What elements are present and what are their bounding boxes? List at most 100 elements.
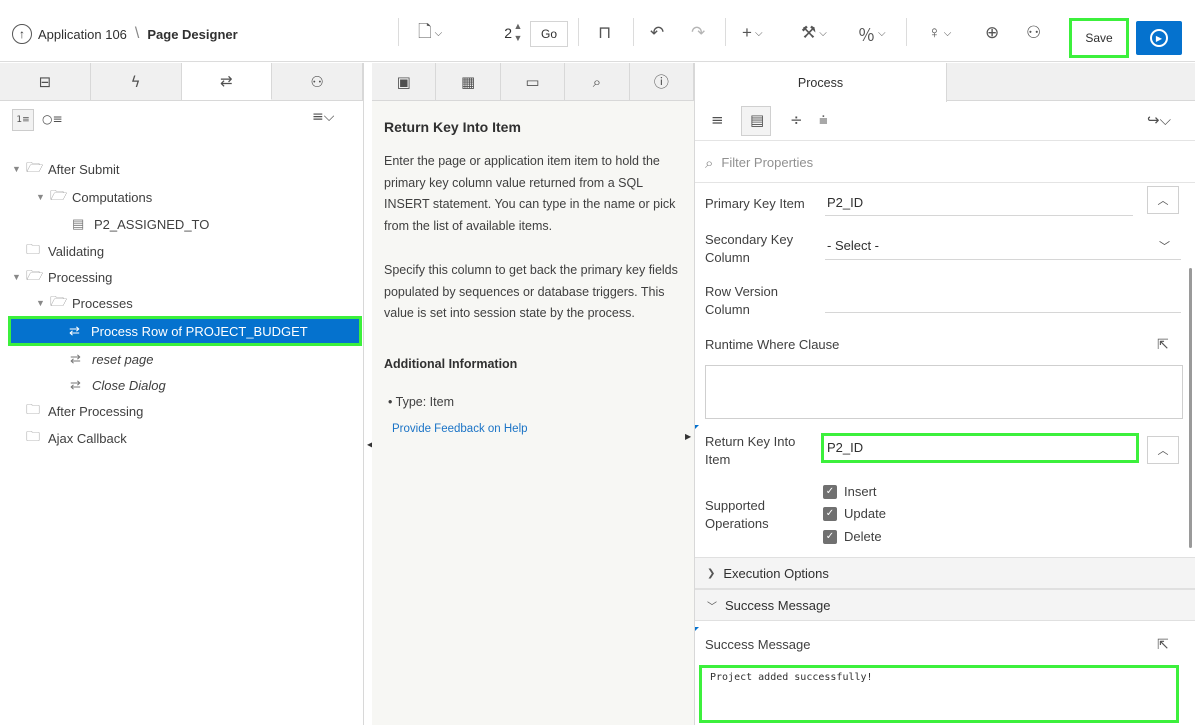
tab-shared-components[interactable]: ⚇ [272, 63, 363, 100]
process-icon: ⇄ [70, 377, 81, 392]
folder-open-icon: 🗁 [26, 267, 44, 283]
expand-editor-icon[interactable]: ⇱ [1157, 336, 1169, 353]
comments-icon[interactable]: ⊕ [985, 22, 999, 44]
tab-search[interactable]: ⌕ [565, 63, 630, 100]
row-version-label: Row Version Column [705, 284, 778, 317]
breadcrumb-separator: \ [134, 25, 140, 42]
up-arrow-icon[interactable]: ↑ [12, 24, 32, 44]
tree-menu-icon[interactable]: ≡⌵ [312, 109, 334, 125]
expand-editor-icon[interactable]: ⇱ [1157, 636, 1169, 653]
return-key-lov-button[interactable]: ︿ [1147, 436, 1179, 464]
checkmark-icon: ✓ [823, 506, 837, 521]
chevron-right-icon: ❯ [707, 567, 716, 579]
tree-node-processing[interactable]: ▼ 🗁 Processing [12, 266, 112, 288]
return-key-input[interactable]: P2_ID [821, 433, 1139, 463]
op-update-checkbox[interactable]: ✓ Update [823, 506, 886, 521]
op-insert-checkbox[interactable]: ✓ Insert [823, 484, 877, 499]
tree-node-close-dialog[interactable]: ⇄ Close Dialog [70, 374, 166, 396]
folder-open-icon: 🗁 [26, 159, 44, 175]
tab-component-view[interactable]: ▦ [436, 63, 501, 100]
secondary-key-select[interactable]: - Select - [827, 238, 879, 253]
tab-layout[interactable]: ▣ [372, 63, 437, 100]
view-by-order-icon[interactable]: 1≡ [12, 109, 34, 131]
expand-handle-icon[interactable]: ▶ [685, 432, 691, 441]
process-icon: ⇄ [70, 351, 81, 366]
success-message-textarea[interactable]: Project added successfully! [699, 665, 1179, 723]
process-icon: ⇄ [69, 323, 80, 338]
shared-components-menu-icon[interactable]: ％ ⌵ [858, 22, 886, 45]
return-key-label: Return Key Into Item [705, 434, 796, 467]
primary-key-value[interactable]: P2_ID [827, 195, 863, 210]
group-success-message[interactable]: ﹀ Success Message [695, 589, 1195, 621]
help-bullet: • Type: Item [388, 395, 454, 409]
unlock-icon[interactable]: ⊓ [598, 22, 611, 44]
save-button[interactable]: Save [1069, 18, 1129, 58]
grid-icon: ▦ [461, 72, 476, 91]
toolbar-divider [906, 18, 907, 46]
runtime-where-label: Runtime Where Clause [705, 337, 840, 352]
tree-node-computations[interactable]: ▼ 🗁 Computations [36, 186, 152, 208]
tree-panel: ⊟ ϟ ⇄ ⚇ 1≡ ○≡ ≡⌵ ▼ 🗁 After Submit ▼ 🗁 Comput… [0, 63, 364, 725]
undo-icon[interactable]: ↶ [650, 22, 664, 44]
expand-all-icon[interactable]: ⩧ [819, 111, 828, 129]
team-development-icon[interactable]: ♀ ⌵ [928, 22, 951, 44]
redo-icon[interactable]: ↷ [691, 22, 705, 44]
go-to-group-icon[interactable]: ↪⌵ [1147, 111, 1171, 129]
tree-node-p2-assigned-to[interactable]: ▤ P2_ASSIGNED_TO [72, 213, 209, 235]
expand-caret-icon[interactable]: ▼ [36, 298, 50, 308]
secondary-key-label: Secondary Key Column [705, 232, 794, 265]
tab-dynamic-actions[interactable]: ϟ [91, 63, 182, 100]
tree-node-processes[interactable]: ▼ 🗁 Processes [36, 292, 133, 314]
page-number-input[interactable]: 2 [464, 20, 512, 46]
help-paragraph: Enter the page or application item item … [384, 154, 676, 233]
expand-caret-icon[interactable]: ▼ [12, 164, 26, 174]
changed-indicator [695, 627, 699, 631]
field-underline [825, 312, 1181, 313]
group-execution-options[interactable]: ❯ Execution Options [695, 557, 1195, 589]
tree-node-after-submit[interactable]: ▼ 🗁 After Submit [12, 158, 120, 180]
tab-process[interactable]: Process [695, 63, 947, 102]
folder-open-icon: 🗁 [50, 293, 68, 309]
tree-node-validating[interactable]: 🗀 Validating [26, 240, 104, 262]
property-scrollbar[interactable] [1189, 268, 1192, 548]
filter-properties[interactable]: ⌕ Filter Properties [695, 143, 1195, 183]
go-button[interactable]: Go [530, 21, 568, 47]
property-toolbar: ≡ ▤ ÷ ⩧ ↪⌵ [695, 101, 1195, 141]
help-icon: ⓘ [653, 73, 669, 91]
expand-caret-icon[interactable]: ▼ [12, 272, 26, 282]
tree-node-after-processing[interactable]: 🗀 After Processing [26, 400, 143, 422]
shared-components-icon[interactable]: ⚇ [1026, 22, 1041, 44]
chevron-down-icon: ﹀ [707, 601, 717, 613]
op-delete-checkbox[interactable]: ✓ Delete [823, 529, 882, 544]
tab-processing[interactable]: ⇄ [181, 63, 273, 100]
application-link[interactable]: Application 106 [38, 27, 127, 42]
collapse-all-icon[interactable]: ÷ [790, 111, 803, 129]
primary-key-lov-button[interactable]: ︿ [1147, 186, 1179, 214]
expand-caret-icon[interactable]: ▼ [36, 192, 50, 202]
view-by-type-icon[interactable]: ○≡ [42, 112, 63, 126]
utilities-menu-icon[interactable]: ⚒ ⌵ [801, 22, 827, 44]
tab-rendering[interactable]: ⊟ [0, 63, 91, 100]
folder-icon: 🗀 [26, 241, 40, 257]
create-menu-icon[interactable]: + ⌵ [742, 22, 763, 44]
tree-node-ajax-callback[interactable]: 🗀 Ajax Callback [26, 427, 127, 449]
checkmark-icon: ✓ [823, 484, 837, 499]
tab-help[interactable]: ⓘ [630, 63, 695, 100]
page-menu-icon[interactable]: 🗋 ⌵ [418, 22, 442, 44]
search-icon: ⌕ [592, 72, 602, 91]
tree-node-process-row[interactable]: ⇄ Process Row of PROJECT_BUDGET [8, 316, 362, 346]
field-underline [825, 215, 1133, 216]
folder-open-icon: 🗁 [50, 187, 68, 203]
run-page-button[interactable]: ▶ [1136, 21, 1182, 55]
feedback-link[interactable]: Provide Feedback on Help [392, 423, 528, 435]
filter-placeholder: Filter Properties [721, 155, 814, 170]
page-spinner[interactable]: ▲ ▼ [508, 20, 528, 46]
tree-node-reset-page[interactable]: ⇄ reset page [70, 348, 153, 370]
search-icon: ⌕ [705, 153, 714, 172]
toolbar-divider [725, 18, 726, 46]
tab-messages[interactable]: ▭ [501, 63, 566, 100]
chevron-down-icon[interactable]: ﹀ [1159, 238, 1170, 254]
layout-icon: ▣ [396, 72, 411, 91]
runtime-where-textarea[interactable] [705, 365, 1183, 419]
show-common-icon[interactable]: ≡ [711, 111, 724, 129]
